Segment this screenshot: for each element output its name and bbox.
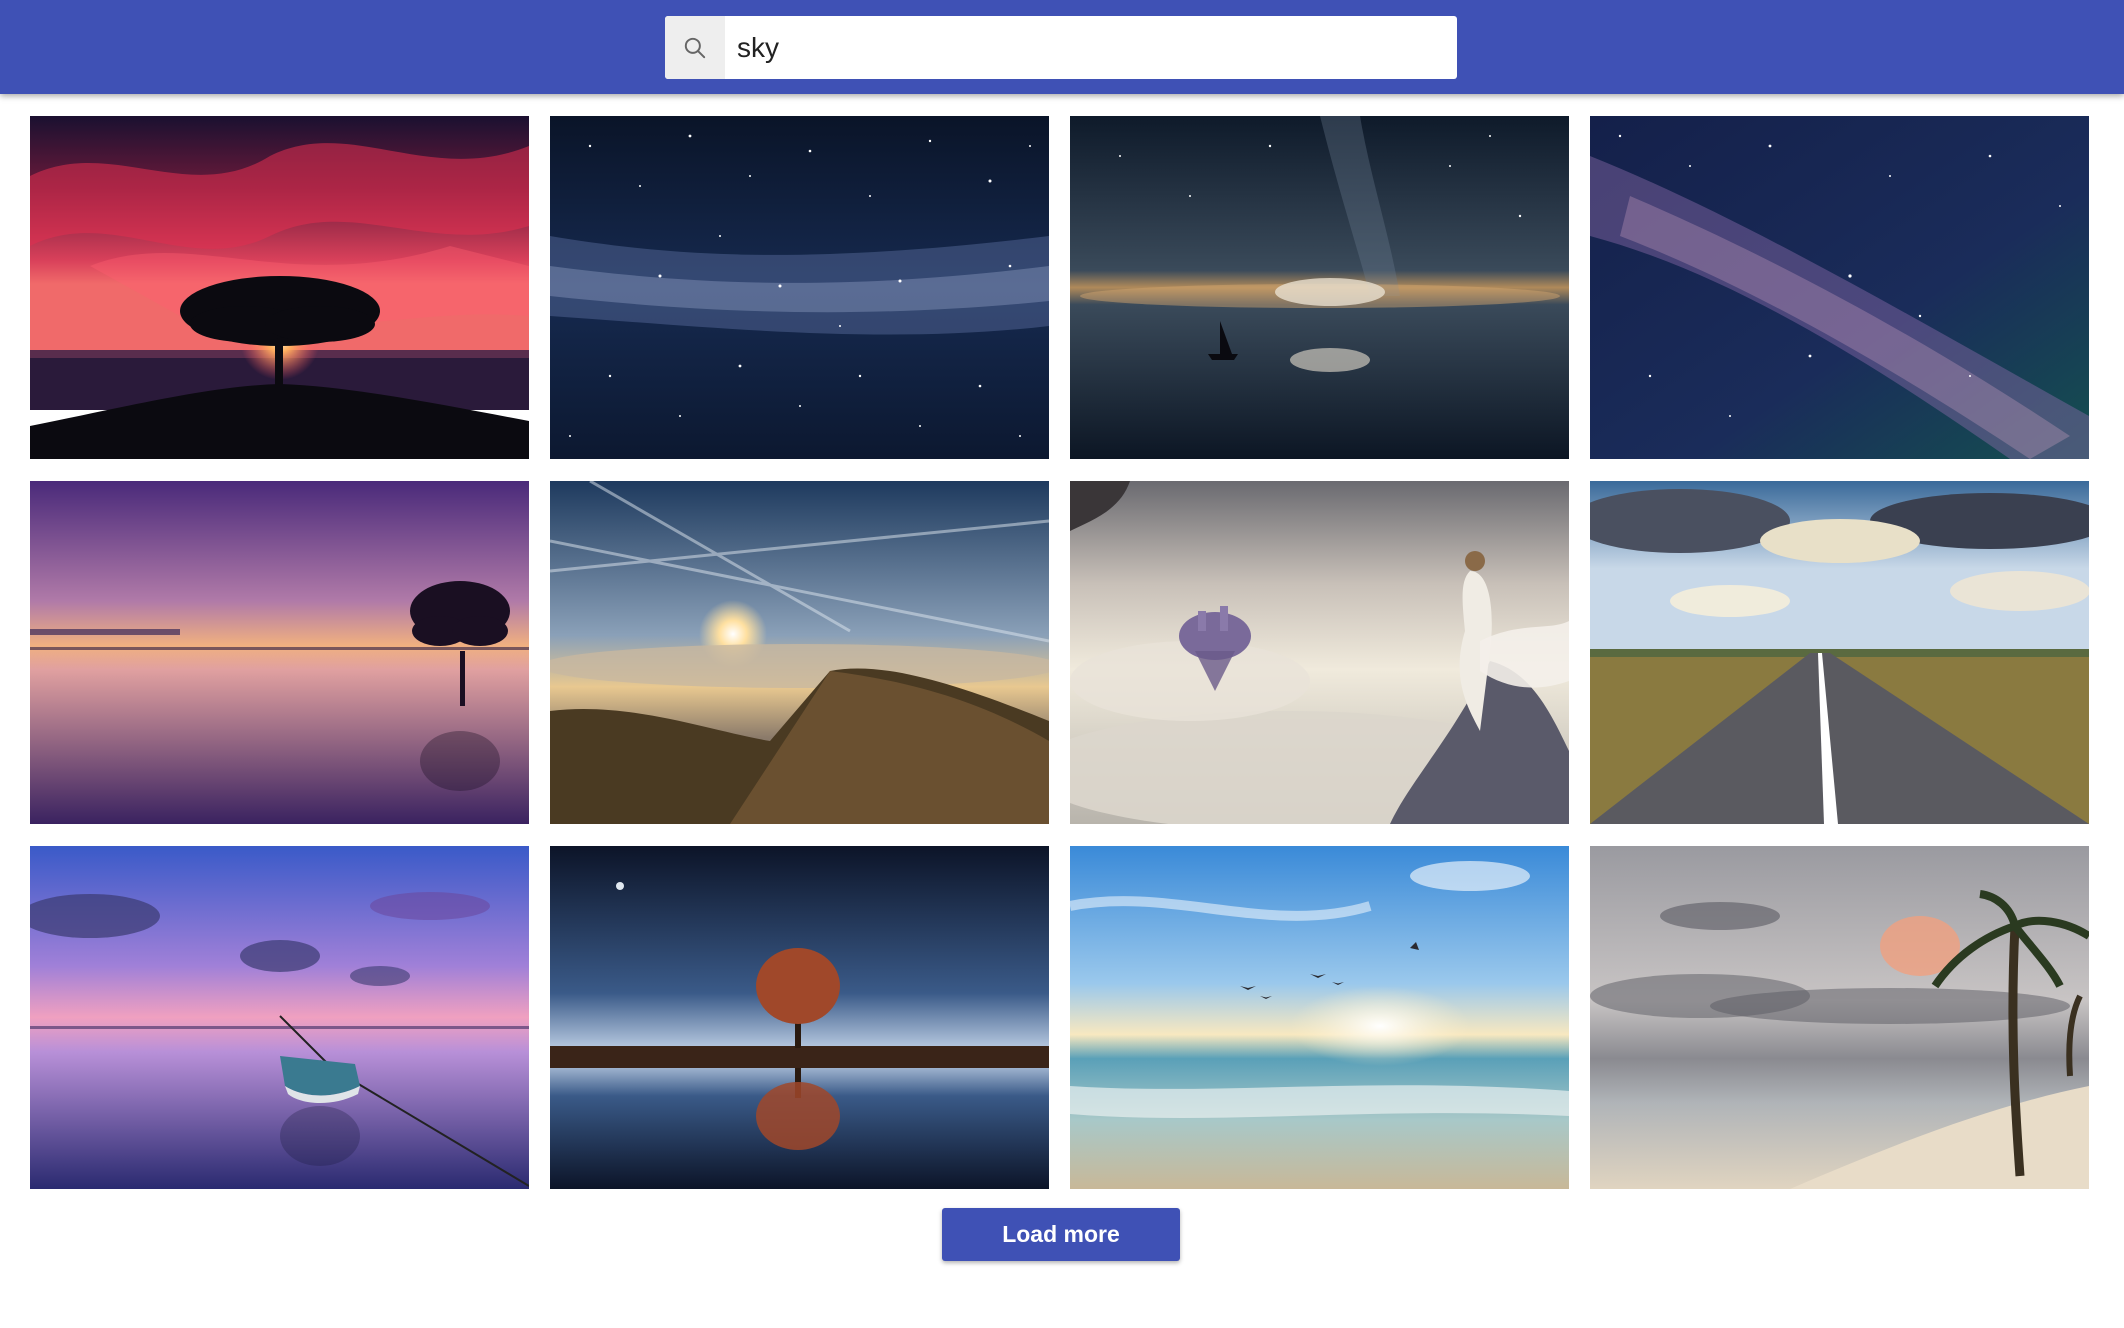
mountain-sunrise-clouds-photo [550, 481, 1049, 824]
search-box[interactable] [665, 16, 1457, 79]
tree-sunset-red-clouds-photo [30, 116, 529, 459]
app-header [0, 0, 2124, 94]
photo-tile[interactable] [1590, 846, 2089, 1189]
photo-tile[interactable] [1590, 481, 2089, 824]
search-input[interactable] [725, 16, 1457, 79]
load-more-button[interactable]: Load more [942, 1208, 1180, 1261]
palm-beach-stormy-sky-photo [1590, 846, 2089, 1189]
photo-grid [30, 116, 2089, 1189]
purple-dusk-tree-lake-photo [30, 481, 529, 824]
galaxy-nebula-photo [1590, 116, 2089, 459]
tree-night-reflection-photo [550, 846, 1049, 1189]
photo-tile[interactable] [30, 481, 529, 824]
photo-tile[interactable] [30, 116, 529, 459]
search-icon [665, 16, 725, 79]
photo-tile[interactable] [550, 481, 1049, 824]
photo-tile[interactable] [1070, 481, 1569, 824]
beach-sunrise-birds-photo [1070, 846, 1569, 1189]
photo-tile[interactable] [1070, 116, 1569, 459]
milky-way-starfield-photo [550, 116, 1049, 459]
photo-tile[interactable] [550, 846, 1049, 1189]
photo-tile[interactable] [1070, 846, 1569, 1189]
woman-floating-castle-photo [1070, 481, 1569, 824]
photo-tile[interactable] [550, 116, 1049, 459]
rowboat-pink-sunset-photo [30, 846, 529, 1189]
road-to-horizon-photo [1590, 481, 2089, 824]
photo-tile[interactable] [30, 846, 529, 1189]
photo-tile[interactable] [1590, 116, 2089, 459]
sailboat-night-reflection-photo [1070, 116, 1569, 459]
